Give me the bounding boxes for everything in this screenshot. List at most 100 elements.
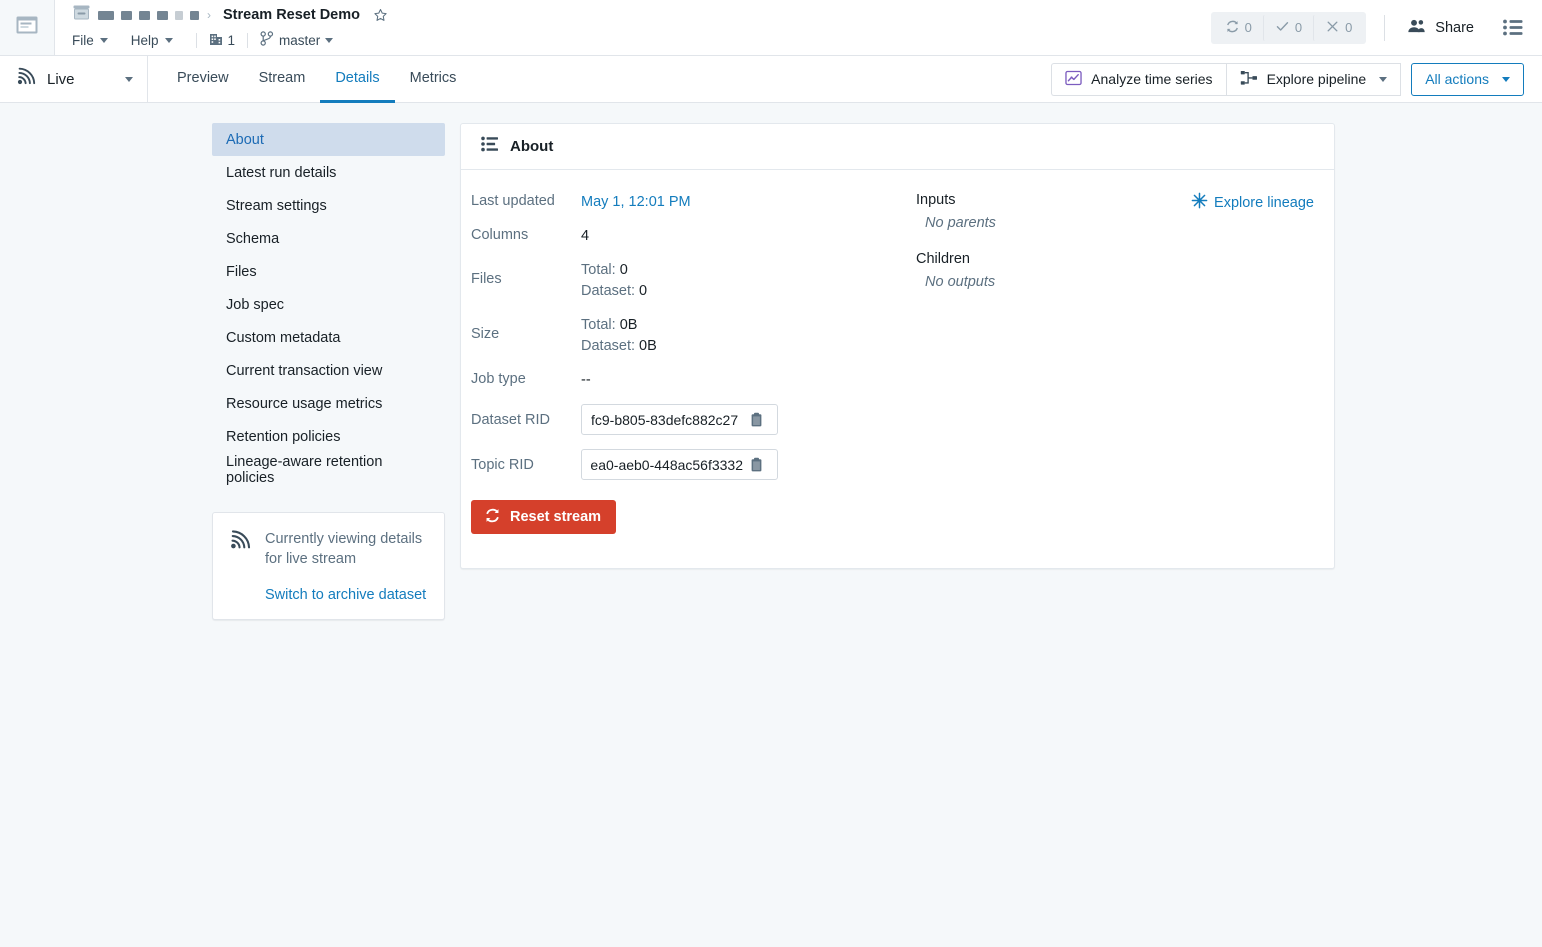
inputs-section: Inputs No parents — [916, 192, 996, 231]
explore-lineage-link[interactable]: Explore lineage — [1191, 192, 1314, 213]
explore-pipeline-button[interactable]: Explore pipeline — [1225, 62, 1402, 96]
menu-bar: File Help 1 master — [72, 29, 1211, 51]
sidebar-item-label: Stream settings — [226, 197, 327, 214]
breadcrumb-redacted-segment — [121, 10, 132, 20]
panel-layout-icon — [14, 14, 40, 41]
field-files: Files Total: 0 Dataset: 0 — [471, 260, 901, 302]
tab-stream[interactable]: Stream — [244, 56, 321, 103]
dataset-rid-input[interactable] — [591, 411, 743, 428]
size-dataset-value: 0B — [639, 338, 657, 355]
sidebar-item-label: Resource usage metrics — [226, 395, 383, 412]
menu-help-label: Help — [130, 32, 159, 48]
about-panel-body: Last updated May 1, 12:01 PM Columns 4 F… — [461, 170, 1334, 568]
switch-to-archive-dataset-link[interactable]: Switch to archive dataset — [265, 587, 430, 603]
menu-help[interactable]: Help — [131, 31, 180, 50]
job-type-value: -- — [581, 372, 591, 389]
clipboard-icon[interactable] — [749, 457, 764, 473]
pipeline-icon — [1240, 70, 1258, 89]
sidebar-item-about[interactable]: About — [212, 123, 445, 156]
sidebar-item-latest-run-details[interactable]: Latest run details — [212, 156, 445, 189]
tab-metrics[interactable]: Metrics — [395, 56, 472, 103]
breadcrumb[interactable]: › Stream Reset Demo — [72, 4, 1211, 26]
breadcrumb-redacted-segment — [98, 10, 114, 20]
sidebar-item-schema[interactable]: Schema — [212, 222, 445, 255]
analyze-time-series-label: Analyze time series — [1091, 71, 1213, 87]
all-actions-button[interactable]: All actions — [1411, 62, 1524, 96]
inputs-label: Inputs — [916, 192, 956, 208]
tab-preview[interactable]: Preview — [162, 56, 244, 103]
dataset-rid-label: Dataset RID — [471, 411, 550, 428]
all-actions-label: All actions — [1425, 71, 1489, 87]
files-dataset-value: 0 — [639, 283, 648, 300]
chevron-down-icon — [1379, 76, 1388, 82]
children-empty-text: No outputs — [925, 274, 996, 290]
analyze-time-series-button[interactable]: Analyze time series — [1051, 62, 1226, 96]
last-updated-value[interactable]: May 1, 12:01 PM — [581, 192, 691, 213]
live-label: Live — [47, 70, 75, 88]
currently-viewing-text: Currently viewing details for live strea… — [265, 531, 423, 567]
clipboard-icon[interactable] — [749, 412, 764, 428]
reset-stream-label: Reset stream — [510, 509, 602, 526]
branch-selector[interactable]: master — [260, 31, 334, 49]
children-section: Children No outputs — [916, 251, 1314, 290]
org-indicator[interactable]: 1 — [209, 32, 236, 49]
breadcrumb-redacted-segment — [190, 10, 199, 20]
cross-icon — [1325, 19, 1340, 37]
panel-toggle-button[interactable] — [0, 0, 55, 55]
children-label: Children — [916, 251, 970, 267]
field-last-updated: Last updated May 1, 12:01 PM — [471, 192, 901, 213]
field-size: Size Total: 0B Dataset: 0B — [471, 315, 901, 357]
job-type-label: Job type — [471, 371, 526, 388]
sidebar-item-job-spec[interactable]: Job spec — [212, 288, 445, 321]
status-success-count: 0 — [1294, 20, 1303, 35]
status-running-chip[interactable]: 0 — [1214, 15, 1263, 41]
files-total-value: 0 — [619, 262, 628, 279]
breadcrumb-redacted-segment — [175, 10, 183, 20]
dataset-rid-box — [581, 404, 778, 436]
status-running-count: 0 — [1244, 20, 1252, 35]
menu-file[interactable]: File — [72, 31, 115, 50]
reset-stream-button[interactable]: Reset stream — [471, 500, 617, 535]
size-total-label: Total: — [581, 317, 616, 334]
timeseries-chart-icon — [1065, 70, 1082, 89]
sub-bar-actions: Analyze time series Explore pipeline All… — [1051, 56, 1542, 102]
sidebar-item-label: Latest run details — [226, 164, 337, 181]
live-mode-selector[interactable]: Live — [0, 56, 148, 102]
top-bar: › Stream Reset Demo File Help 1 master 0… — [0, 0, 1542, 56]
about-panel-title: About — [510, 138, 554, 155]
about-lineage-column: Inputs No parents Explore lineage Childr… — [901, 192, 1314, 534]
star-outline-icon[interactable] — [373, 8, 388, 23]
sidebar-item-label: Lineage-aware retention policies — [226, 453, 383, 486]
sub-bar: Live Preview Stream Details Metrics Anal… — [0, 56, 1542, 103]
currently-viewing-card: Currently viewing details for live strea… — [212, 512, 445, 620]
properties-list-icon — [481, 136, 499, 157]
sidebar-item-custom-metadata[interactable]: Custom metadata — [212, 321, 445, 354]
size-dataset-label: Dataset: — [581, 338, 635, 355]
top-bar-actions: 0 0 0 Share — [1210, 0, 1542, 55]
sidebar-item-lineage-aware-retention-policies[interactable]: Lineage-aware retention policies — [212, 453, 445, 486]
status-success-chip[interactable]: 0 — [1262, 14, 1313, 41]
topic-rid-input[interactable] — [591, 456, 743, 473]
size-value: Total: 0B Dataset: 0B — [581, 315, 657, 357]
org-count: 1 — [227, 32, 236, 48]
tab-details[interactable]: Details — [320, 56, 395, 103]
files-total-label: Total: — [581, 262, 616, 279]
sidebar-item-label: About — [226, 131, 264, 148]
share-button[interactable]: Share — [1401, 14, 1480, 42]
columns-label: Columns — [471, 227, 529, 244]
tab-details-label: Details — [335, 70, 380, 86]
lineage-graph-icon — [1191, 192, 1208, 213]
about-panel-header: About — [461, 124, 1334, 170]
divider — [1384, 14, 1386, 41]
sidebar-item-resource-usage-metrics[interactable]: Resource usage metrics — [212, 387, 445, 420]
page-title: Stream Reset Demo — [223, 7, 360, 23]
status-failed-chip[interactable]: 0 — [1313, 14, 1363, 41]
list-menu-icon[interactable] — [1502, 18, 1524, 37]
lineage-header-row: Inputs No parents Explore lineage — [916, 192, 1314, 251]
size-total-value: 0B — [619, 317, 638, 334]
sidebar-item-retention-policies[interactable]: Retention policies — [212, 420, 445, 453]
sidebar-item-files[interactable]: Files — [212, 255, 445, 288]
sidebar-item-current-transaction-view[interactable]: Current transaction view — [212, 354, 445, 387]
breadcrumb-separator-icon: › — [207, 8, 211, 22]
sidebar-item-stream-settings[interactable]: Stream settings — [212, 189, 445, 222]
